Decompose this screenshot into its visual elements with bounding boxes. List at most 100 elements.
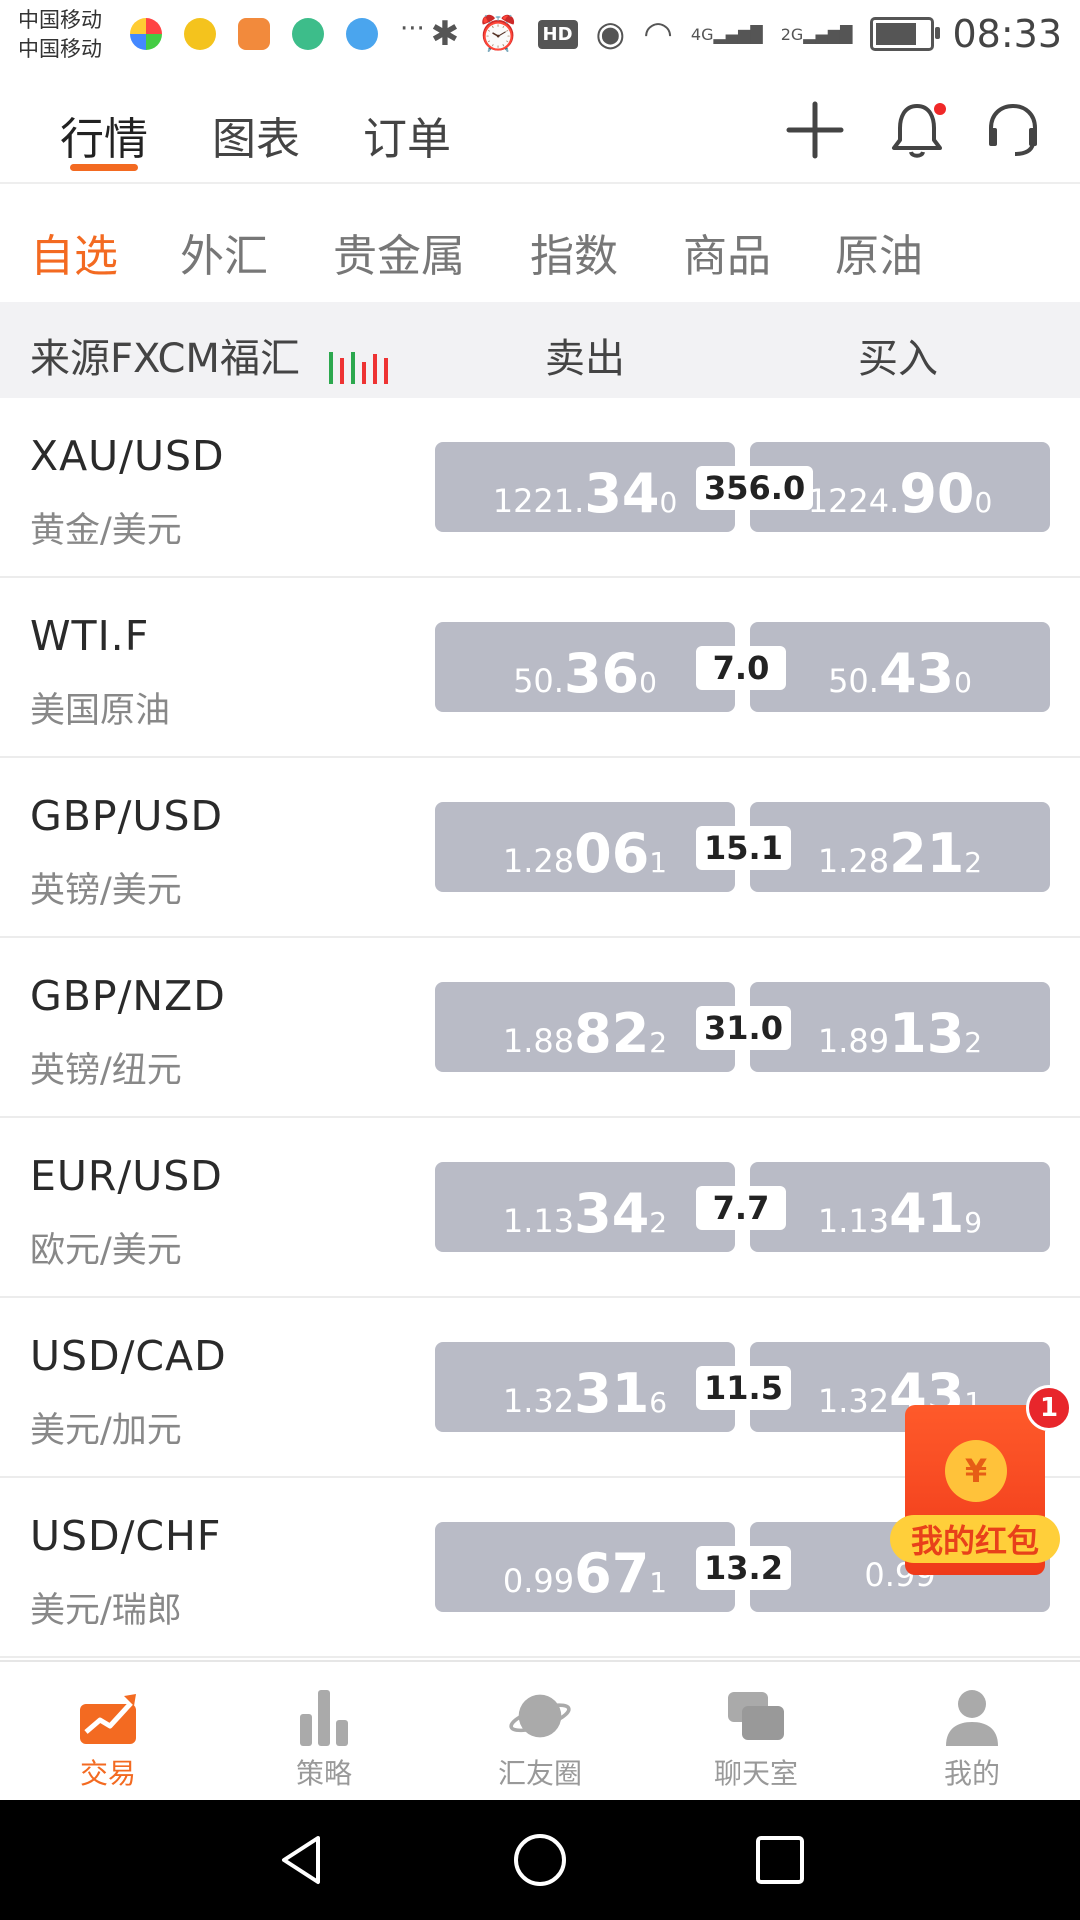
sell-price-button[interactable]: 1.32 31 6	[435, 1342, 735, 1432]
price-prefix: 50.	[828, 662, 879, 700]
price-fraction: 0	[954, 666, 972, 699]
symbol: XAU/USD	[30, 432, 225, 480]
nav-trade[interactable]: 交易	[38, 1684, 178, 1792]
price-prefix: 1.28	[817, 842, 890, 880]
category-forex[interactable]: 外汇	[180, 220, 268, 284]
red-packet-button[interactable]: ¥ 我的红包 1	[880, 1385, 1072, 1585]
eye-icon: ◉	[595, 14, 626, 54]
sell-price-button[interactable]: 1.28 06 1	[435, 802, 735, 892]
symbol: EUR/USD	[30, 1152, 223, 1200]
symbol-name: 英镑/美元	[30, 871, 182, 911]
home-circle-icon	[514, 1834, 566, 1886]
price-pips: 43	[878, 642, 955, 705]
price-pips: 41	[889, 1182, 965, 1245]
app-notification-icon	[346, 18, 378, 50]
sell-price-button[interactable]: 50. 36 0	[435, 622, 735, 712]
carrier-info: 中国移动 中国移动	[18, 6, 102, 64]
buy-column-label: 买入	[858, 336, 938, 382]
recents-button[interactable]	[752, 1832, 808, 1888]
price-fraction: 2	[964, 846, 983, 879]
customer-service-button[interactable]	[980, 97, 1046, 163]
price-fraction: 2	[964, 1026, 983, 1059]
trade-chart-icon	[76, 1684, 140, 1748]
tab-market[interactable]: 行情	[60, 103, 148, 167]
buy-price-button[interactable]: 1.28 21 2	[750, 802, 1050, 892]
category-crude-oil[interactable]: 原油	[835, 220, 923, 284]
nav-strategy[interactable]: 策略	[254, 1684, 394, 1792]
hd-icon: HD	[537, 19, 578, 49]
symbol: WTI.F	[30, 612, 150, 660]
recents-square-icon	[756, 1836, 804, 1884]
battery-icon	[870, 17, 941, 51]
category-commodities[interactable]: 商品	[683, 220, 771, 284]
price-prefix: 1224.	[807, 482, 900, 520]
symbol: GBP/USD	[30, 792, 224, 840]
spread-badge: 11.5	[696, 1366, 791, 1410]
quote-row[interactable]: GBP/NZD 英镑/纽元 1.88 82 2 1.89 13 2 31.0	[0, 938, 1080, 1118]
price-fraction: 1	[649, 1566, 668, 1599]
category-indices[interactable]: 指数	[530, 220, 618, 284]
price-prefix: 50.	[513, 662, 564, 700]
quote-row[interactable]: XAU/USD 黄金/美元 1221. 34 0 1224. 90 0 356.0	[0, 398, 1080, 578]
signal-bars-icon	[328, 338, 395, 384]
price-fraction: 0	[659, 486, 678, 519]
tab-orders[interactable]: 订单	[363, 103, 451, 167]
price-fraction: 2	[649, 1206, 668, 1239]
category-tabs: 自选 外汇 贵金属 指数 商品 原油	[0, 184, 1080, 302]
sell-column-label: 卖出	[545, 336, 625, 382]
buy-price-button[interactable]: 50. 43 0	[750, 622, 1050, 712]
quote-row[interactable]: EUR/USD 欧元/美元 1.13 34 2 1.13 41 9 7.7	[0, 1118, 1080, 1298]
price-prefix: 1.88	[502, 1022, 575, 1060]
app-notification-icon	[130, 18, 162, 50]
notifications-button[interactable]	[884, 97, 950, 163]
data-source-label: 来源FXCM福汇	[30, 336, 300, 382]
symbol-name: 美元/加元	[30, 1411, 182, 1451]
back-button[interactable]	[274, 1832, 330, 1888]
price-pips: 31	[574, 1362, 650, 1425]
home-button[interactable]	[512, 1832, 568, 1888]
symbol: USD/CAD	[30, 1332, 227, 1380]
symbol-name: 美元/瑞郎	[30, 1591, 182, 1631]
price-pips: 67	[574, 1542, 650, 1605]
bottom-navigation: 交易 策略 汇友圈 聊天室 我的	[0, 1660, 1080, 1800]
quote-row[interactable]: GBP/USD 英镑/美元 1.28 06 1 1.28 21 2 15.1	[0, 758, 1080, 938]
data-source: 来源FXCM福汇	[30, 326, 395, 384]
coin-icon: ¥	[945, 1440, 1007, 1502]
spread-badge: 31.0	[696, 1006, 791, 1050]
symbol-name: 英镑/纽元	[30, 1051, 182, 1091]
buy-price-button[interactable]: 1.89 13 2	[750, 982, 1050, 1072]
category-watchlist[interactable]: 自选	[30, 220, 118, 284]
sell-price-button[interactable]: 1.88 82 2	[435, 982, 735, 1072]
red-packet-count-badge: 1	[1026, 1385, 1072, 1431]
bar-chart-icon	[292, 1684, 356, 1748]
price-pips: 13	[889, 1002, 965, 1065]
tab-chart[interactable]: 图表	[212, 103, 300, 167]
nav-profile[interactable]: 我的	[902, 1684, 1042, 1792]
price-fraction: 9	[964, 1206, 983, 1239]
nav-trade-label: 交易	[79, 1757, 136, 1790]
buy-price-button[interactable]: 1.13 41 9	[750, 1162, 1050, 1252]
nav-community[interactable]: 汇友圈	[470, 1684, 610, 1792]
symbol: GBP/NZD	[30, 972, 226, 1020]
sell-price-button[interactable]: 1.13 34 2	[435, 1162, 735, 1252]
headset-icon	[989, 104, 1037, 156]
price-pips: 90	[899, 462, 975, 525]
price-prefix: 1.89	[817, 1022, 890, 1060]
alarm-icon: ⏰	[477, 14, 520, 54]
top-tab-bar: 行情 图表 订单	[0, 75, 1080, 184]
sell-price-button[interactable]: 1221. 34 0	[435, 442, 735, 532]
status-bar: 中国移动 中国移动 ··· ✱ ⏰ HD ◉ ◠ 4G▂▄▆█ 2G▂▄▆█ 0…	[0, 0, 1080, 75]
sell-price-button[interactable]: 0.99 67 1	[435, 1522, 735, 1612]
price-prefix: 1221.	[492, 482, 585, 520]
price-pips: 34	[574, 1182, 650, 1245]
red-packet-label: 我的红包	[890, 1515, 1060, 1563]
symbol-name: 美国原油	[30, 691, 171, 731]
nav-chatroom[interactable]: 聊天室	[686, 1684, 826, 1792]
app-notification-icon	[184, 18, 216, 50]
quote-row[interactable]: WTI.F 美国原油 50. 36 0 50. 43 0 7.0	[0, 578, 1080, 758]
price-prefix: 1.28	[502, 842, 575, 880]
add-button[interactable]	[782, 97, 848, 163]
price-fraction: 0	[639, 666, 657, 699]
price-fraction: 1	[649, 846, 668, 879]
category-precious-metals[interactable]: 贵金属	[333, 220, 465, 284]
